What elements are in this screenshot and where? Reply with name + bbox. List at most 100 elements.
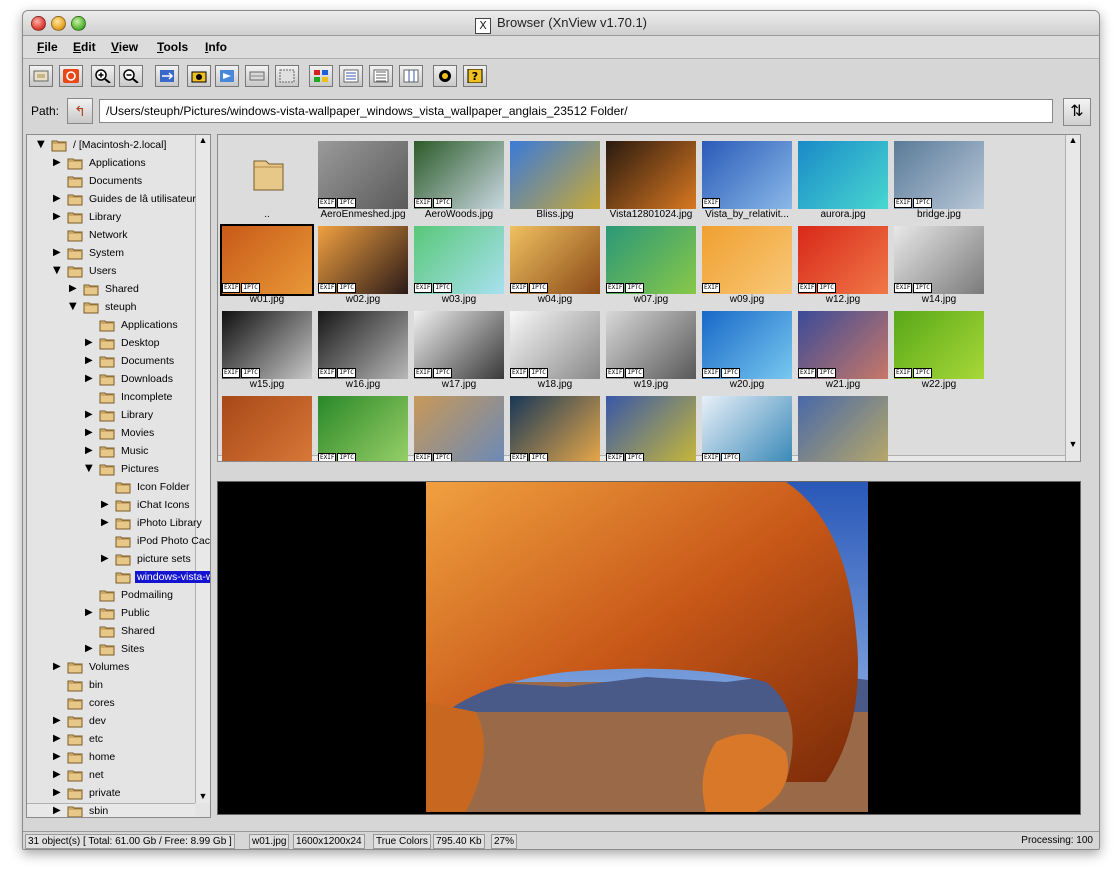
menu-info[interactable]: Info [205, 40, 227, 54]
thumbnail[interactable]: EXIF IPTC [604, 394, 698, 461]
collapsed-arrow-icon[interactable]: ▶ [53, 805, 61, 816]
parent-folder-button[interactable]: ↰ [67, 98, 93, 124]
fullscreen-button[interactable] [29, 65, 53, 87]
zoom-out-button[interactable] [119, 65, 143, 87]
menu-view[interactable]: View [111, 40, 138, 54]
collapsed-arrow-icon[interactable]: ▶ [53, 715, 61, 726]
zoom-in-button[interactable] [91, 65, 115, 87]
tree-item-label: windows-vista-w [135, 571, 210, 583]
metadata-badges: EXIF IPTC [222, 368, 261, 378]
thumbnail[interactable]: EXIF IPTC w15.jpg [220, 309, 314, 393]
thumbnail[interactable]: EXIF IPTC w16.jpg [316, 309, 410, 393]
thumbnail[interactable]: EXIF IPTC bridge.jpg [892, 139, 986, 223]
thumbnail[interactable]: Vista12801024.jpg [604, 139, 698, 223]
collapsed-arrow-icon[interactable]: ▶ [85, 427, 93, 438]
thumbnail[interactable]: EXIF IPTC AeroWoods.jpg [412, 139, 506, 223]
path-input[interactable]: /Users/steuph/Pictures/windows-vista-wal… [99, 99, 1053, 123]
scroll-up-arrow-icon[interactable]: ▲ [197, 135, 209, 147]
collapsed-arrow-icon[interactable]: ▶ [85, 445, 93, 456]
collapsed-arrow-icon[interactable]: ▶ [85, 409, 93, 420]
collapsed-arrow-icon[interactable]: ▶ [53, 211, 61, 222]
collapsed-arrow-icon[interactable]: ▶ [101, 553, 109, 564]
collapsed-arrow-icon[interactable]: ▶ [53, 157, 61, 168]
thumbnail[interactable]: EXIF IPTC w22.jpg [892, 309, 986, 393]
collapsed-arrow-icon[interactable]: ▶ [69, 283, 77, 294]
x11-icon: X [474, 18, 491, 34]
view-list-button[interactable] [339, 65, 363, 87]
sync-button[interactable]: ⇅ [1063, 98, 1091, 126]
view-columns-button[interactable] [399, 65, 423, 87]
tree-vertical-scrollbar[interactable]: ▲ ▼ [195, 135, 210, 803]
scroll-down-arrow-icon[interactable]: ▼ [197, 791, 209, 803]
thumbnail[interactable]: EXIF IPTC w18.jpg [508, 309, 602, 393]
thumbnail[interactable]: EXIF IPTC w17.jpg [412, 309, 506, 393]
folder-icon [115, 498, 131, 512]
metadata-badge: EXIF [318, 453, 337, 461]
collapsed-arrow-icon[interactable]: ▶ [85, 607, 93, 618]
collapsed-arrow-icon[interactable]: ▶ [101, 499, 109, 510]
slideshow-button[interactable] [215, 65, 239, 87]
thumbnail[interactable]: EXIF IPTC [316, 394, 410, 461]
refresh-button[interactable] [59, 65, 83, 87]
thumbnail[interactable]: EXIF IPTC w01.jpg [220, 224, 314, 308]
thumbnail[interactable]: EXIF IPTC w07.jpg [604, 224, 698, 308]
scan-button[interactable] [245, 65, 269, 87]
thumbnail[interactable]: EXIF IPTC w04.jpg [508, 224, 602, 308]
collapsed-arrow-icon[interactable]: ▶ [85, 355, 93, 366]
thumbnail[interactable]: .. [220, 139, 314, 223]
metadata-badge: EXIF [894, 198, 913, 208]
collapsed-arrow-icon[interactable]: ▶ [53, 247, 61, 258]
thumbnail[interactable]: aurora.jpg [796, 139, 890, 223]
folder-icon [67, 228, 83, 242]
thumbnail[interactable]: EXIF w09.jpg [700, 224, 794, 308]
collapsed-arrow-icon[interactable]: ▶ [53, 193, 61, 204]
collapsed-arrow-icon[interactable]: ▶ [53, 733, 61, 744]
thumbnail[interactable]: EXIF IPTC w19.jpg [604, 309, 698, 393]
thumbnail[interactable]: EXIF Vista_by_relativit... [700, 139, 794, 223]
thumbnail[interactable]: EXIF IPTC AeroEnmeshed.jpg [316, 139, 410, 223]
collapsed-arrow-icon[interactable]: ▶ [85, 373, 93, 384]
collapsed-arrow-icon[interactable]: ▶ [53, 787, 61, 798]
thumbnail[interactable]: EXIF IPTC [700, 394, 794, 461]
expanded-arrow-icon[interactable]: ▼ [37, 139, 45, 150]
collapsed-arrow-icon[interactable]: ▶ [53, 769, 61, 780]
metadata-badges: EXIF IPTC [702, 368, 741, 378]
metadata-badges: EXIF IPTC [414, 198, 453, 208]
folder-icon [51, 138, 67, 152]
thumbnail[interactable] [220, 394, 314, 461]
menu-file[interactable]: File [37, 40, 58, 54]
thumbnail[interactable]: Bliss.jpg [508, 139, 602, 223]
scroll-down-arrow-icon[interactable]: ▼ [1067, 439, 1079, 451]
thumbnail[interactable]: EXIF IPTC w20.jpg [700, 309, 794, 393]
expanded-arrow-icon[interactable]: ▼ [53, 265, 61, 276]
thumbnail[interactable]: EXIF IPTC w12.jpg [796, 224, 890, 308]
collapsed-arrow-icon[interactable]: ▶ [85, 337, 93, 348]
collapsed-arrow-icon[interactable]: ▶ [85, 643, 93, 654]
settings-button[interactable] [433, 65, 457, 87]
thumbnail[interactable]: EXIF IPTC [412, 394, 506, 461]
thumbnail[interactable]: EXIF IPTC w02.jpg [316, 224, 410, 308]
menu-tools[interactable]: Tools [157, 40, 188, 54]
collapsed-arrow-icon[interactable]: ▶ [53, 751, 61, 762]
thumbnail[interactable] [796, 394, 890, 461]
folder-icon [99, 588, 115, 602]
collapsed-arrow-icon[interactable]: ▶ [53, 661, 61, 672]
expanded-arrow-icon[interactable]: ▼ [69, 301, 77, 312]
thumbnail[interactable]: EXIF IPTC w14.jpg [892, 224, 986, 308]
expanded-arrow-icon[interactable]: ▼ [85, 463, 93, 474]
help-button[interactable]: ? [463, 65, 487, 87]
view-large-icons-button[interactable] [309, 65, 333, 87]
thumbnail[interactable]: EXIF IPTC [508, 394, 602, 461]
scroll-up-arrow-icon[interactable]: ▲ [1067, 135, 1079, 147]
thumbnail[interactable]: EXIF IPTC w21.jpg [796, 309, 890, 393]
view-details-button[interactable] [369, 65, 393, 87]
menu-edit[interactable]: Edit [73, 40, 96, 54]
convert-button[interactable] [155, 65, 179, 87]
image-preview[interactable] [217, 481, 1081, 815]
collapsed-arrow-icon[interactable]: ▶ [101, 517, 109, 528]
thumbs-vertical-scrollbar[interactable]: ▲ ▼ [1065, 135, 1080, 461]
batch-button[interactable] [275, 65, 299, 87]
thumbnail[interactable]: EXIF IPTC w03.jpg [412, 224, 506, 308]
capture-button[interactable] [187, 65, 211, 87]
status-zoom: 27% [491, 834, 518, 849]
